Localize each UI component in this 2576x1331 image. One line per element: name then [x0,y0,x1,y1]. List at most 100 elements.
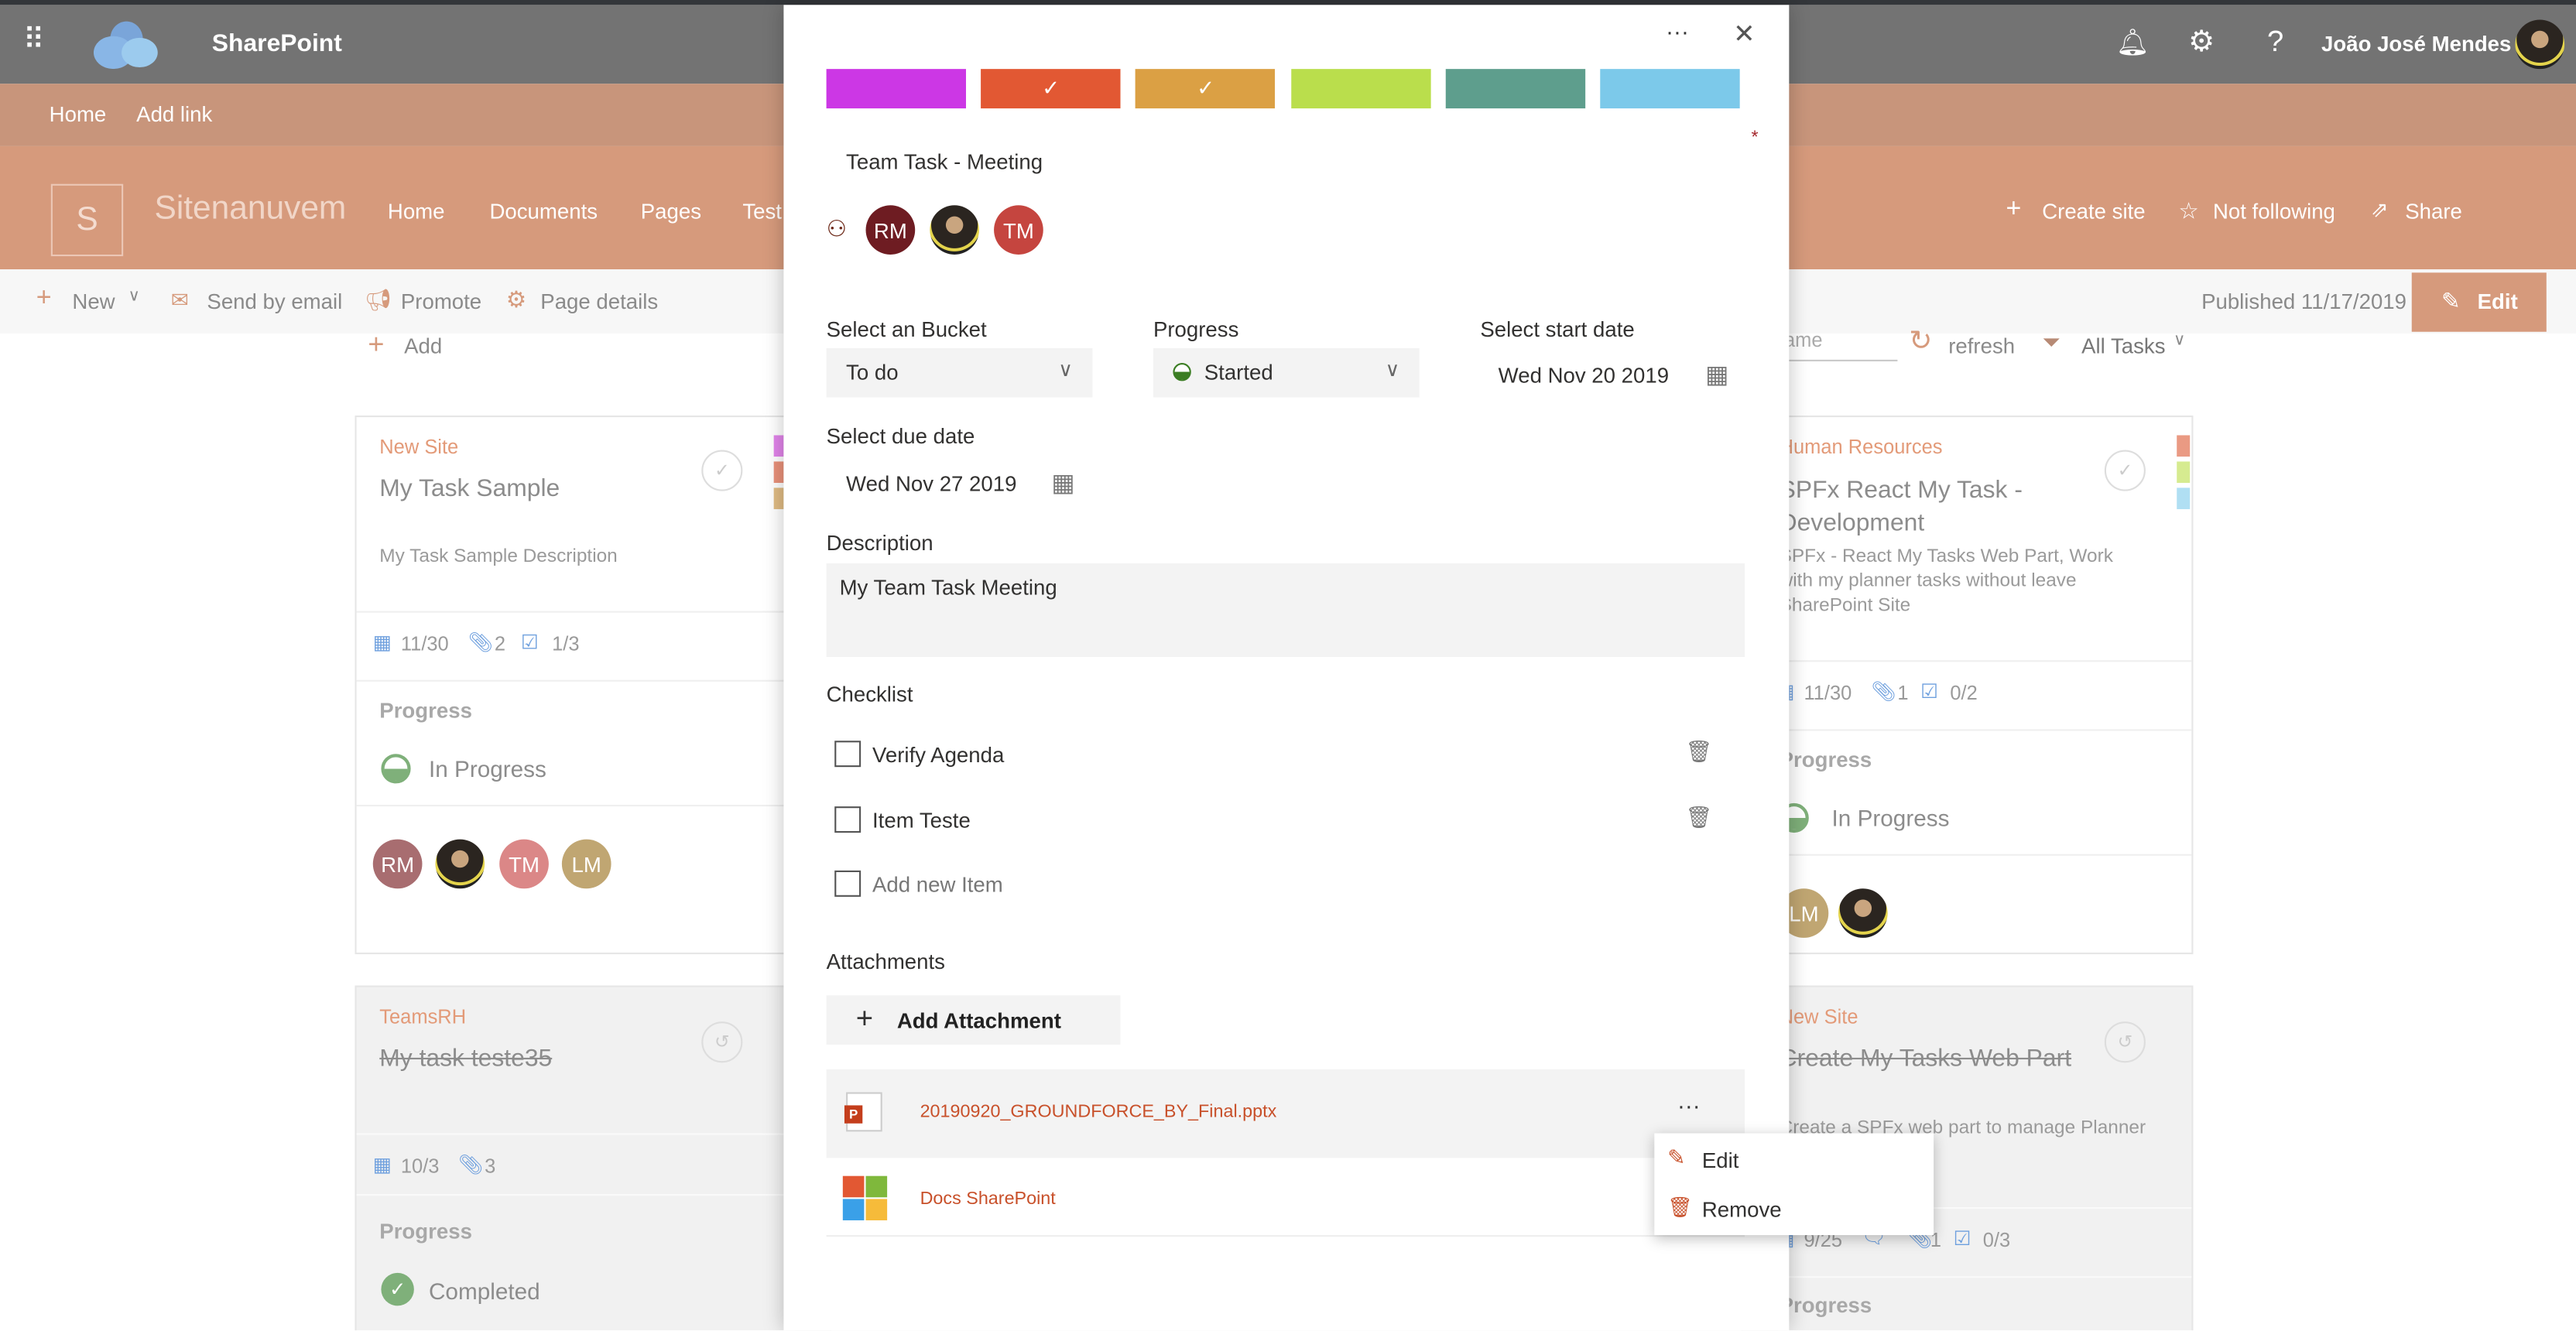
search-input[interactable]: ame [1783,328,1898,361]
trash-icon: 🗑︎ [1667,1196,1693,1219]
label-color-swatch[interactable] [1445,69,1585,109]
card-due: 11/30 [400,632,449,655]
task-title-input[interactable]: Team Task - Meeting [846,149,1043,174]
close-button[interactable]: ✕ [1733,18,1755,50]
menu-item-edit[interactable]: ✎ Edit [1654,1133,1934,1184]
label-color-swatch[interactable] [826,69,967,109]
follow-button[interactable]: Not following [2213,199,2335,224]
progress-dropdown[interactable]: Started ∨ [1153,347,1420,398]
calendar-icon[interactable]: ▦ [1705,360,1728,389]
site-logo[interactable]: S [50,183,124,257]
app-name[interactable]: SharePoint [212,29,342,57]
description-textarea[interactable]: My Team Task Meeting [826,563,1745,657]
task-card[interactable]: TeamsRH My task teste35 ↺ ▦ 10/3 📎︎ 3 Pr… [355,985,831,1331]
undo-icon[interactable]: ↺ [2104,1021,2146,1063]
label-color-swatch[interactable]: ✓ [981,69,1121,109]
card-title[interactable]: SPFx React My Task - Development [1780,474,2075,540]
avatar[interactable] [435,839,485,889]
avatar[interactable]: RM [865,205,916,255]
checklist-icon: ☑ [1953,1227,1971,1251]
chevron-down-icon[interactable]: ∨ [2174,332,2186,350]
label-color-swatch[interactable] [1290,69,1430,109]
checklist-item[interactable]: Item Teste [872,808,971,833]
chevron-down-icon[interactable]: ∨ [128,287,141,305]
checklist-checkbox[interactable] [834,741,862,768]
attachment-link[interactable]: 20190920_GROUNDFORCE_BY_Final.pptx [920,1102,1277,1121]
gear-icon[interactable]: ⚙ [2188,25,2215,60]
edit-page-button[interactable]: ✎ Edit [2411,272,2547,332]
waffle-icon[interactable]: ⠿ [23,23,45,58]
avatar[interactable] [930,205,979,255]
bell-icon[interactable]: 🔔︎ [2116,26,2150,59]
start-date-value[interactable]: Wed Nov 20 2019 [1499,363,1669,388]
add-attachment-button[interactable]: + Add Attachment [826,995,1121,1045]
attachment-link[interactable]: Docs SharePoint [920,1189,1056,1209]
trash-icon[interactable]: 🗑︎ [1686,739,1713,765]
complete-task-icon[interactable]: ✓ [701,450,743,491]
create-site-button[interactable]: Create site [2042,199,2145,224]
refresh-button[interactable]: refresh [1948,334,2015,358]
hub-nav-home[interactable]: Home [50,102,107,127]
onedrive-cloud-logo[interactable] [91,19,159,70]
pencil-icon: ✎ [2441,287,2461,314]
user-name[interactable]: João José Mendes [2321,31,2511,56]
more-options-button[interactable]: ··· [1666,18,1689,44]
due-date-value[interactable]: Wed Nov 27 2019 [846,471,1016,496]
checklist-item[interactable]: Verify Agenda [872,742,1004,767]
avatar[interactable]: TM [994,205,1043,255]
card-title[interactable]: My Task Sample [379,474,560,502]
site-nav-pages[interactable]: Pages [641,199,701,224]
card-site[interactable]: New Site [1780,1005,1858,1028]
refresh-icon[interactable]: ↻ [1909,325,1932,358]
site-nav-home[interactable]: Home [388,199,445,224]
undo-icon[interactable]: ↺ [701,1021,743,1063]
help-icon[interactable]: ? [2267,25,2283,60]
card-title[interactable]: My task teste35 [379,1045,552,1073]
site-nav-documents[interactable]: Documents [489,199,598,224]
page-details-button[interactable]: Page details [540,289,658,314]
card-title[interactable]: Create My Tasks Web Part [1780,1045,2071,1073]
avatar[interactable]: RM [372,839,423,889]
site-name[interactable]: Sitenanuvem [155,190,347,228]
attachment-row[interactable]: P 20190920_GROUNDFORCE_BY_Final.pptx ··· [826,1069,1745,1158]
card-site[interactable]: Human Resources [1780,435,1943,458]
avatar[interactable]: TM [499,839,549,889]
label-color-swatch[interactable] [1600,69,1740,109]
send-by-email-button[interactable]: Send by email [207,289,342,314]
add-checklist-item-input[interactable]: Add new Item [872,872,1003,897]
bucket-dropdown[interactable]: To do ∨ [826,347,1093,398]
menu-item-label: Edit [1701,1148,1739,1173]
new-button[interactable]: New [72,289,115,314]
share-button[interactable]: Share [2405,199,2462,224]
powerpoint-file-icon: P [844,1092,882,1132]
avatar[interactable]: LM [561,839,611,889]
attachment-more-button[interactable]: ··· [1677,1092,1701,1118]
add-attachment-label: Add Attachment [896,1008,1061,1034]
task-card[interactable]: Human Resources SPFx React My Task - Dev… [1741,415,2194,955]
add-assignee-icon[interactable]: ⚇ [827,215,848,243]
filter-icon[interactable]: ⏷ [2042,328,2060,356]
checklist-checkbox[interactable] [834,806,862,833]
card-site[interactable]: New Site [379,435,458,458]
label-color-swatch[interactable]: ✓ [1136,69,1276,109]
attachment-row[interactable]: Docs SharePoint [826,1158,1745,1237]
site-nav-test[interactable]: Test [742,199,782,224]
star-icon: ☆ [2178,197,2200,224]
filter-dropdown[interactable]: All Tasks [2081,334,2165,358]
card-site[interactable]: TeamsRH [379,1005,466,1028]
calendar-icon[interactable]: ▦ [1051,468,1074,498]
user-avatar[interactable] [2515,19,2565,70]
task-card[interactable]: New Site My Task Sample ✓ My Task Sample… [355,415,831,955]
menu-item-remove[interactable]: 🗑︎ Remove [1654,1184,1934,1235]
attachments-label: Attachments [826,949,945,974]
promote-button[interactable]: Promote [401,289,481,314]
checklist-checkbox[interactable] [834,870,862,897]
completed-icon: ✓ [381,1272,414,1306]
add-task-button[interactable]: Add [404,334,442,358]
in-progress-icon [1173,363,1191,382]
hub-nav-add-link[interactable]: Add link [136,102,212,127]
avatar[interactable] [1838,888,1888,938]
label-strip [2177,435,2191,457]
trash-icon[interactable]: 🗑︎ [1686,805,1713,831]
complete-task-icon[interactable]: ✓ [2104,450,2146,491]
